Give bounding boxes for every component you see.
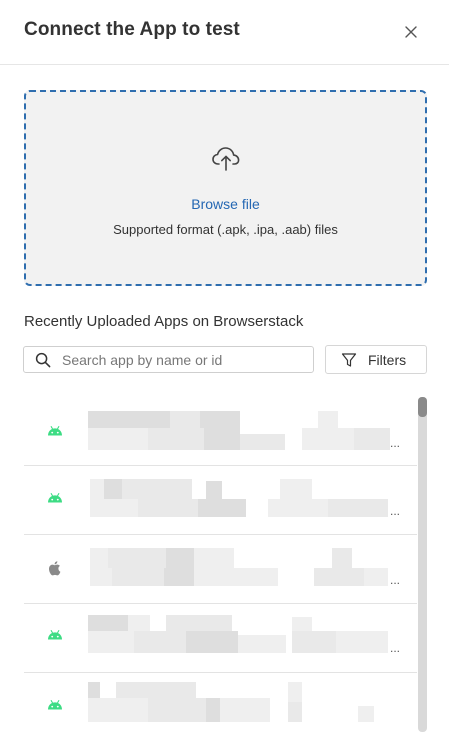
redacted-app-id xyxy=(90,499,138,517)
redacted-app-id xyxy=(148,428,204,450)
redacted-app-id xyxy=(238,635,286,653)
redacted-app-id xyxy=(204,428,240,450)
redacted-app-id xyxy=(112,568,164,586)
redacted-app-name xyxy=(332,548,352,568)
redacted-app-name xyxy=(200,411,240,428)
panel-header: Connect the App to test xyxy=(0,0,449,65)
redacted-app-name xyxy=(116,682,196,698)
redacted-app-name xyxy=(108,548,166,568)
redacted-app-id xyxy=(206,698,220,722)
android-icon xyxy=(48,426,62,436)
redacted-app-id xyxy=(88,698,148,722)
truncation-ellipsis: ... xyxy=(390,436,401,450)
list-scrollbar[interactable] xyxy=(418,397,427,732)
redacted-app-name xyxy=(88,615,128,631)
redacted-app-name xyxy=(90,548,108,568)
filter-icon xyxy=(341,353,357,367)
redacted-app-name xyxy=(88,682,100,698)
redacted-app-name xyxy=(288,682,302,702)
app-list-item[interactable]: ... xyxy=(24,466,417,535)
recent-apps-title: Recently Uploaded Apps on Browserstack xyxy=(24,313,304,330)
redacted-app-name xyxy=(88,411,170,428)
app-list-item[interactable]: ... xyxy=(24,397,417,466)
redacted-app-name xyxy=(194,548,234,568)
app-list-item[interactable] xyxy=(24,673,417,737)
redacted-app-id xyxy=(148,698,206,722)
recent-apps-list: ... ... ... ... xyxy=(24,397,417,737)
redacted-app-name xyxy=(318,411,338,428)
upload-dropzone[interactable]: Browse file Supported format (.apk, .ipa… xyxy=(24,90,427,286)
redacted-app-id xyxy=(288,702,302,722)
android-icon xyxy=(48,630,62,640)
redacted-app-name xyxy=(166,548,194,568)
truncation-ellipsis: ... xyxy=(390,573,401,587)
close-icon xyxy=(405,26,417,38)
redacted-app-name xyxy=(170,411,200,428)
redacted-app-id xyxy=(354,428,390,450)
redacted-app-id xyxy=(302,428,354,450)
redacted-app-name xyxy=(206,481,222,499)
redacted-app-id xyxy=(328,499,388,517)
redacted-app-id xyxy=(138,499,198,517)
redacted-app-id xyxy=(220,698,270,722)
app-list-item[interactable]: ... xyxy=(24,604,417,673)
supported-format-text: Supported format (.apk, .ipa, .aab) file… xyxy=(113,222,338,237)
redacted-app-id xyxy=(88,631,134,653)
browse-file-link[interactable]: Browse file xyxy=(26,196,425,212)
redacted-app-id xyxy=(88,428,148,450)
redacted-app-name xyxy=(90,479,104,499)
redacted-app-name xyxy=(166,615,232,631)
redacted-app-name xyxy=(292,617,312,631)
cloud-upload-icon xyxy=(212,147,240,171)
redacted-app-id xyxy=(186,631,238,653)
connect-app-panel: Connect the App to test Browse file Supp… xyxy=(0,0,449,756)
redacted-app-id xyxy=(292,631,336,653)
redacted-app-id xyxy=(240,434,285,450)
truncation-ellipsis: ... xyxy=(390,504,401,518)
panel-title: Connect the App to test xyxy=(24,19,240,40)
redacted-app-id xyxy=(268,499,328,517)
redacted-app-id xyxy=(358,706,374,722)
truncation-ellipsis: ... xyxy=(390,641,401,655)
android-icon xyxy=(48,700,62,710)
redacted-app-id xyxy=(134,631,186,653)
apple-icon xyxy=(48,561,61,576)
app-list-item[interactable]: ... xyxy=(24,535,417,604)
redacted-app-name xyxy=(280,479,312,499)
search-icon xyxy=(35,352,51,368)
redacted-app-id xyxy=(194,568,278,586)
redacted-app-name xyxy=(104,479,122,499)
search-box xyxy=(23,346,314,373)
redacted-app-id xyxy=(314,568,364,586)
scrollbar-thumb[interactable] xyxy=(418,397,427,417)
android-icon xyxy=(48,493,62,503)
redacted-app-id xyxy=(90,568,112,586)
redacted-app-id xyxy=(164,568,194,586)
redacted-app-name xyxy=(122,479,192,499)
redacted-app-id xyxy=(336,631,388,653)
filters-label: Filters xyxy=(368,352,407,368)
redacted-app-id xyxy=(198,499,246,517)
redacted-app-name xyxy=(128,615,150,631)
search-input[interactable] xyxy=(62,349,307,370)
redacted-app-id xyxy=(364,568,388,586)
close-button[interactable] xyxy=(401,22,421,42)
filters-button[interactable]: Filters xyxy=(325,345,427,374)
